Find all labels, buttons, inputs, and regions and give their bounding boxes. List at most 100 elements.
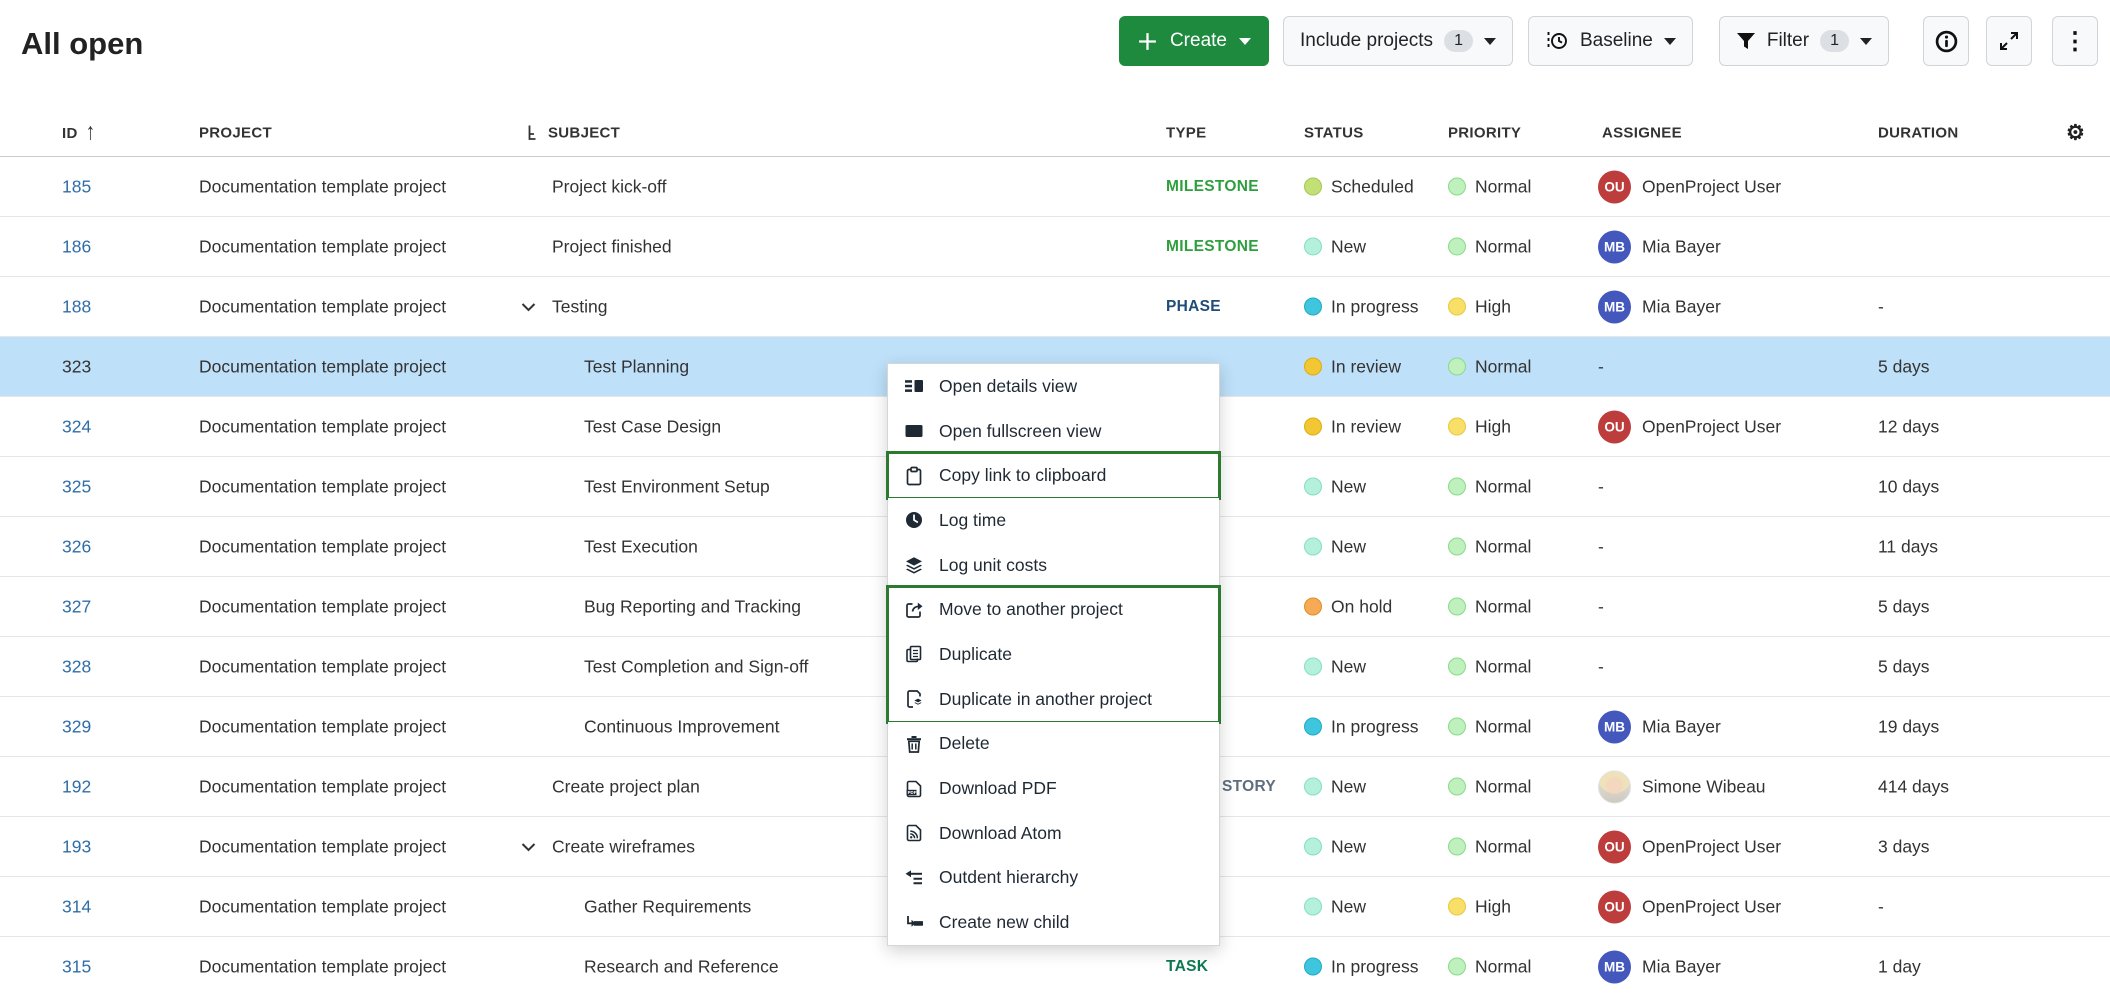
work-package-id-link[interactable]: 323 [62,356,91,377]
more-options-button[interactable]: ⋮ [2052,16,2098,66]
subject-cell[interactable]: Test Execution [584,536,698,557]
work-package-id-link[interactable]: 314 [62,896,91,917]
priority-dot-icon [1448,538,1466,556]
work-package-id-link[interactable]: 324 [62,416,91,437]
work-package-id-link[interactable]: 185 [62,176,91,197]
work-package-id-link[interactable]: 328 [62,656,91,677]
subject-cell[interactable]: Create wireframes [552,836,695,857]
priority-dot-icon [1448,598,1466,616]
info-icon [1935,30,1958,53]
priority-dot-icon [1448,958,1466,976]
project-cell: Documentation template project [199,836,446,857]
collapse-chevron-icon[interactable] [521,842,536,852]
assignee-cell: - [1598,476,1604,497]
column-header-duration[interactable]: DURATION [1878,125,1958,142]
page-title: All open [21,26,143,62]
project-cell: Documentation template project [199,416,446,437]
column-header-type[interactable]: TYPE [1166,125,1206,142]
subject-cell[interactable]: Test Environment Setup [584,476,770,497]
subject-cell[interactable]: Create project plan [552,776,700,797]
work-package-id-link[interactable]: 329 [62,716,91,737]
plus-icon [1137,31,1158,52]
duration-cell: 10 days [1878,476,1939,497]
project-cell: Documentation template project [199,236,446,257]
menu-item-log-time[interactable]: Log time [888,498,1219,543]
type-cell: PHASE [1166,298,1221,316]
baseline-button[interactable]: Baseline [1528,16,1693,66]
work-package-id-link[interactable]: 315 [62,956,91,977]
column-header-id[interactable]: ID ↑ [62,122,95,144]
create-button[interactable]: Create [1119,16,1269,66]
work-package-id-link[interactable]: 186 [62,236,91,257]
table-row[interactable]: 185 Documentation template project Proje… [0,157,2110,217]
priority-dot-icon [1448,358,1466,376]
status-cell: New [1304,236,1366,257]
subject-cell[interactable]: Research and Reference [584,956,779,977]
subject-cell[interactable]: Project finished [552,236,672,257]
priority-cell: Normal [1448,716,1531,737]
menu-item-open-details-view[interactable]: Open details view [888,364,1219,409]
menu-item-create-new-child[interactable]: Create new child [888,900,1219,945]
type-cell: MILESTONE [1166,178,1259,196]
priority-cell: Normal [1448,356,1531,377]
work-package-id-link[interactable]: 188 [62,296,91,317]
work-package-id-link[interactable]: 326 [62,536,91,557]
status-cell: In progress [1304,716,1419,737]
table-row[interactable]: 186 Documentation template project Proje… [0,217,2110,277]
status-dot-icon [1304,178,1322,196]
status-dot-icon [1304,958,1322,976]
column-header-subject[interactable]: SUBJECT [527,125,620,142]
fullscreen-button[interactable] [1986,16,2032,66]
assignee-cell: MB Mia Bayer [1598,230,1721,263]
menu-item-duplicate-in-another-project[interactable]: Duplicate in another project [888,677,1219,722]
status-dot-icon [1304,778,1322,796]
collapse-chevron-icon[interactable] [521,302,536,312]
menu-item-delete[interactable]: Delete [888,722,1219,767]
menu-item-log-unit-costs[interactable]: Log unit costs [888,543,1219,588]
work-package-id-link[interactable]: 193 [62,836,91,857]
subject-cell[interactable]: Test Case Design [584,416,721,437]
filter-count-badge: 1 [1820,30,1849,52]
subject-cell[interactable]: Testing [552,296,607,317]
duplicate-icon [903,644,925,664]
menu-item-open-fullscreen-view[interactable]: Open fullscreen view [888,409,1219,454]
duplicate-other-project-icon [903,689,925,709]
subject-cell[interactable]: Project kick-off [552,176,666,197]
work-package-id-link[interactable]: 325 [62,476,91,497]
columns-settings-button[interactable]: ⚙ [2066,121,2085,146]
assignee-cell: MB Mia Bayer [1598,710,1721,743]
avatar: MB [1598,950,1631,983]
subject-cell[interactable]: Test Planning [584,356,689,377]
subject-cell[interactable]: Continuous Improvement [584,716,780,737]
status-dot-icon [1304,298,1322,316]
column-header-assignee[interactable]: ASSIGNEE [1602,125,1682,142]
menu-item-duplicate[interactable]: Duplicate [888,632,1219,677]
menu-item-download-atom[interactable]: Download Atom [888,811,1219,856]
column-header-project[interactable]: PROJECT [199,125,272,142]
priority-dot-icon [1448,718,1466,736]
work-package-id-link[interactable]: 327 [62,596,91,617]
menu-item-copy-link-to-clipboard[interactable]: Copy link to clipboard [888,453,1219,498]
priority-dot-icon [1448,178,1466,196]
duration-cell: 12 days [1878,416,1939,437]
duration-cell: 414 days [1878,776,1949,797]
menu-item-download-pdf[interactable]: PDF Download PDF [888,766,1219,811]
subject-cell[interactable]: Test Completion and Sign-off [584,656,808,677]
table-row[interactable]: 188 Documentation template project Testi… [0,277,2110,337]
include-projects-count-badge: 1 [1444,30,1473,52]
project-cell: Documentation template project [199,356,446,377]
duration-cell: - [1878,896,1884,917]
menu-item-move-to-another-project[interactable]: Move to another project [888,587,1219,632]
subject-cell[interactable]: Bug Reporting and Tracking [584,596,801,617]
caret-down-icon [1664,38,1676,45]
subject-cell[interactable]: Gather Requirements [584,896,751,917]
caret-down-icon [1484,38,1496,45]
include-projects-button[interactable]: Include projects 1 [1283,16,1513,66]
gear-icon: ⚙ [2066,121,2085,146]
column-header-priority[interactable]: PRIORITY [1448,125,1521,142]
info-button[interactable] [1923,16,1969,66]
filter-button[interactable]: Filter 1 [1719,16,1889,66]
work-package-id-link[interactable]: 192 [62,776,91,797]
menu-item-outdent-hierarchy[interactable]: Outdent hierarchy [888,856,1219,901]
column-header-status[interactable]: STATUS [1304,125,1364,142]
